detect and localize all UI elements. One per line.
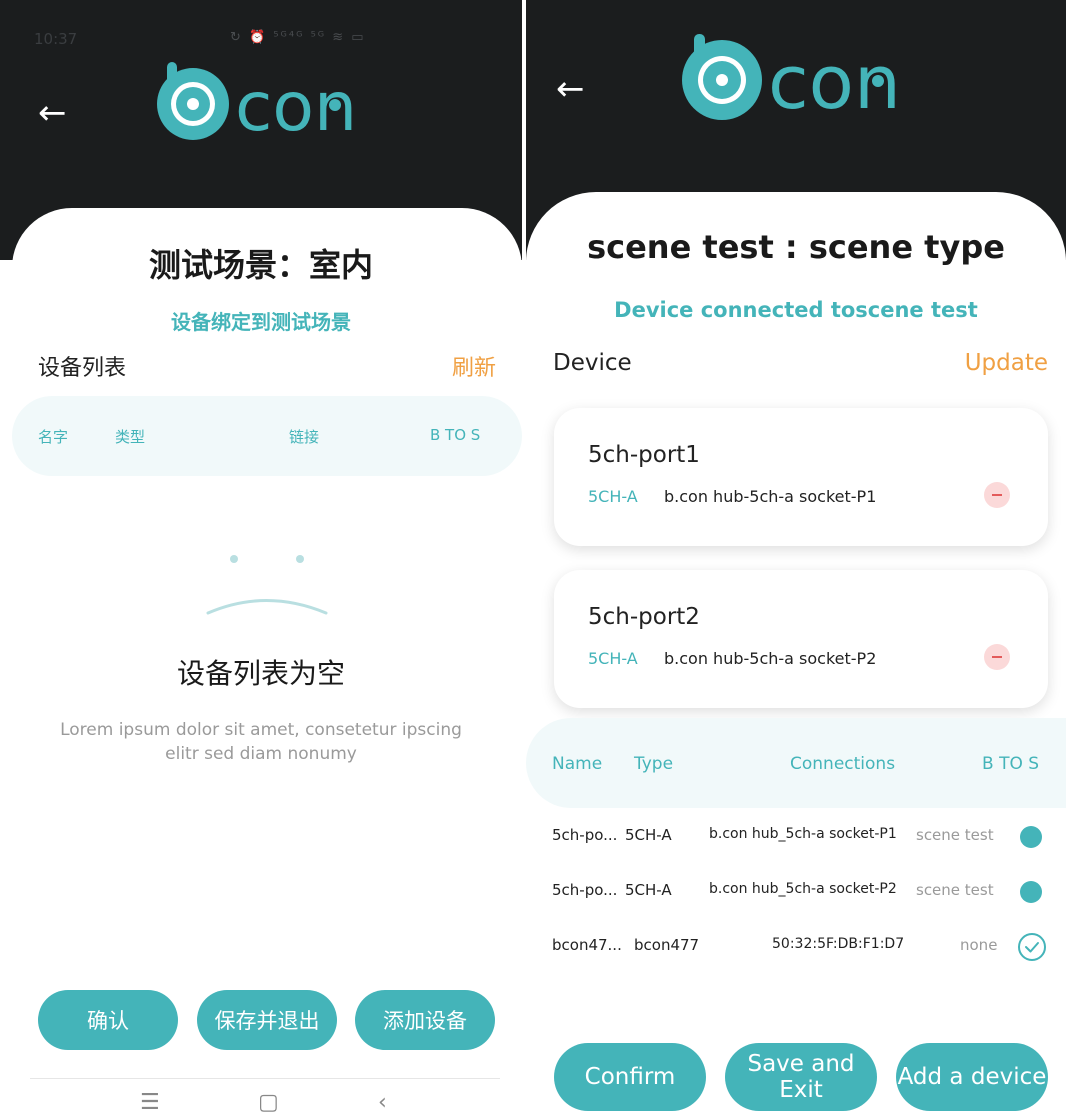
confirm-button[interactable]: Confirm (554, 1043, 706, 1111)
col-connections: Connections (790, 754, 896, 774)
right-screen: ← con scene test : scene type Device con… (526, 0, 1066, 1117)
col-btos: B TO S (982, 754, 1040, 774)
row-connection: 50:32:5F:DB:F1:D7 (772, 936, 905, 952)
device-list-label: 设备列表 (38, 356, 127, 381)
empty-description: Lorem ipsum dolor sit amet, consetetur i… (0, 720, 522, 764)
row-scene: scene test (916, 826, 994, 844)
remove-icon[interactable] (984, 482, 1010, 508)
empty-face-icon (200, 548, 330, 618)
empty-desc-line1: Lorem ipsum dolor sit amet, consetetur i… (60, 720, 462, 740)
system-navbar: ☰ ▢ ‹ (0, 1084, 522, 1117)
col-name: Name (552, 754, 603, 774)
col-link: 链接 (289, 428, 320, 446)
device-card-type: 5CH-A (588, 487, 638, 506)
page-title: 测试场景：室内 (148, 246, 373, 284)
back-nav-icon[interactable]: ‹ (378, 1090, 387, 1115)
table-row[interactable]: 5ch-po... 5CH-A b.con hub_5ch-a socket-P… (526, 822, 1066, 852)
save-exit-button[interactable]: 保存并退出 (197, 990, 337, 1050)
page-subtitle: 设备绑定到测试场景 (171, 310, 351, 334)
device-card[interactable]: 5ch-port2 5CH-A b.con hub-5ch-a socket-P… (554, 570, 1048, 708)
status-time: 10:37 (34, 30, 78, 48)
device-card-desc: b.con hub-5ch-a socket-P1 (664, 487, 877, 506)
empty-desc-line2: elitr sed diam nonumy (165, 744, 357, 764)
row-name: bcon47... (552, 936, 622, 954)
row-name: 5ch-po... (552, 881, 618, 899)
confirm-button[interactable]: 确认 (38, 990, 178, 1050)
back-arrow-icon[interactable]: ← (38, 96, 67, 130)
row-connection: b.con hub_5ch-a socket-P2 (709, 881, 897, 897)
col-type: 类型 (115, 428, 146, 446)
col-type: Type (634, 754, 674, 774)
row-scene: scene test (916, 881, 994, 899)
navbar-divider (30, 1078, 500, 1079)
col-btos: B TO S (430, 426, 481, 444)
device-label: Device (553, 350, 632, 376)
device-card-name: 5ch-port2 (588, 604, 700, 630)
row-scene: none (960, 936, 998, 954)
save-exit-button[interactable]: Save and Exit (725, 1043, 877, 1111)
table-row[interactable]: 5ch-po... 5CH-A b.con hub_5ch-a socket-P… (526, 877, 1066, 907)
bcon-logo: con (680, 32, 930, 126)
bcon-logo: con (155, 60, 385, 147)
filled-circle-icon[interactable] (1020, 881, 1042, 903)
row-name: 5ch-po... (552, 826, 618, 844)
device-card-desc: b.con hub-5ch-a socket-P2 (664, 649, 877, 668)
add-device-button[interactable]: 添加设备 (355, 990, 495, 1050)
table-header: Name Type Connections B TO S (526, 718, 1066, 808)
home-icon[interactable]: ▢ (258, 1090, 279, 1115)
row-type: 5CH-A (625, 826, 672, 844)
device-card[interactable]: 5ch-port1 5CH-A b.con hub-5ch-a socket-P… (554, 408, 1048, 546)
filled-circle-icon[interactable] (1020, 826, 1042, 848)
update-button[interactable]: Update (965, 350, 1048, 376)
refresh-button[interactable]: 刷新 (452, 350, 496, 382)
col-name: 名字 (38, 428, 69, 446)
table-row[interactable]: bcon47... bcon477 50:32:5F:DB:F1:D7 none (526, 932, 1066, 962)
page-subtitle: Device connected toscene test (614, 298, 978, 322)
table-header: 名字 类型 链接 B TO S (12, 396, 522, 476)
device-card-name: 5ch-port1 (588, 442, 700, 468)
page-title: scene test : scene type (587, 228, 1005, 266)
menu-icon[interactable]: ☰ (140, 1090, 160, 1115)
empty-title: 设备列表为空 (176, 657, 345, 690)
row-type: 5CH-A (625, 881, 672, 899)
row-connection: b.con hub_5ch-a socket-P1 (709, 826, 897, 842)
row-type: bcon477 (634, 936, 700, 954)
left-screen: 10:37 ↻ ⏰ ⁵ᴳ⁴ᴳ ⁵ᴳ ≋ ▭ ← con 测试场景：室内 设备绑定… (0, 0, 522, 1117)
back-arrow-icon[interactable]: ← (556, 72, 585, 106)
remove-icon[interactable] (984, 644, 1010, 670)
add-device-button[interactable]: Add a device (896, 1043, 1048, 1111)
status-icons: ↻ ⏰ ⁵ᴳ⁴ᴳ ⁵ᴳ ≋ ▭ (230, 30, 366, 45)
device-card-type: 5CH-A (588, 649, 638, 668)
check-circle-icon[interactable] (1017, 932, 1046, 961)
